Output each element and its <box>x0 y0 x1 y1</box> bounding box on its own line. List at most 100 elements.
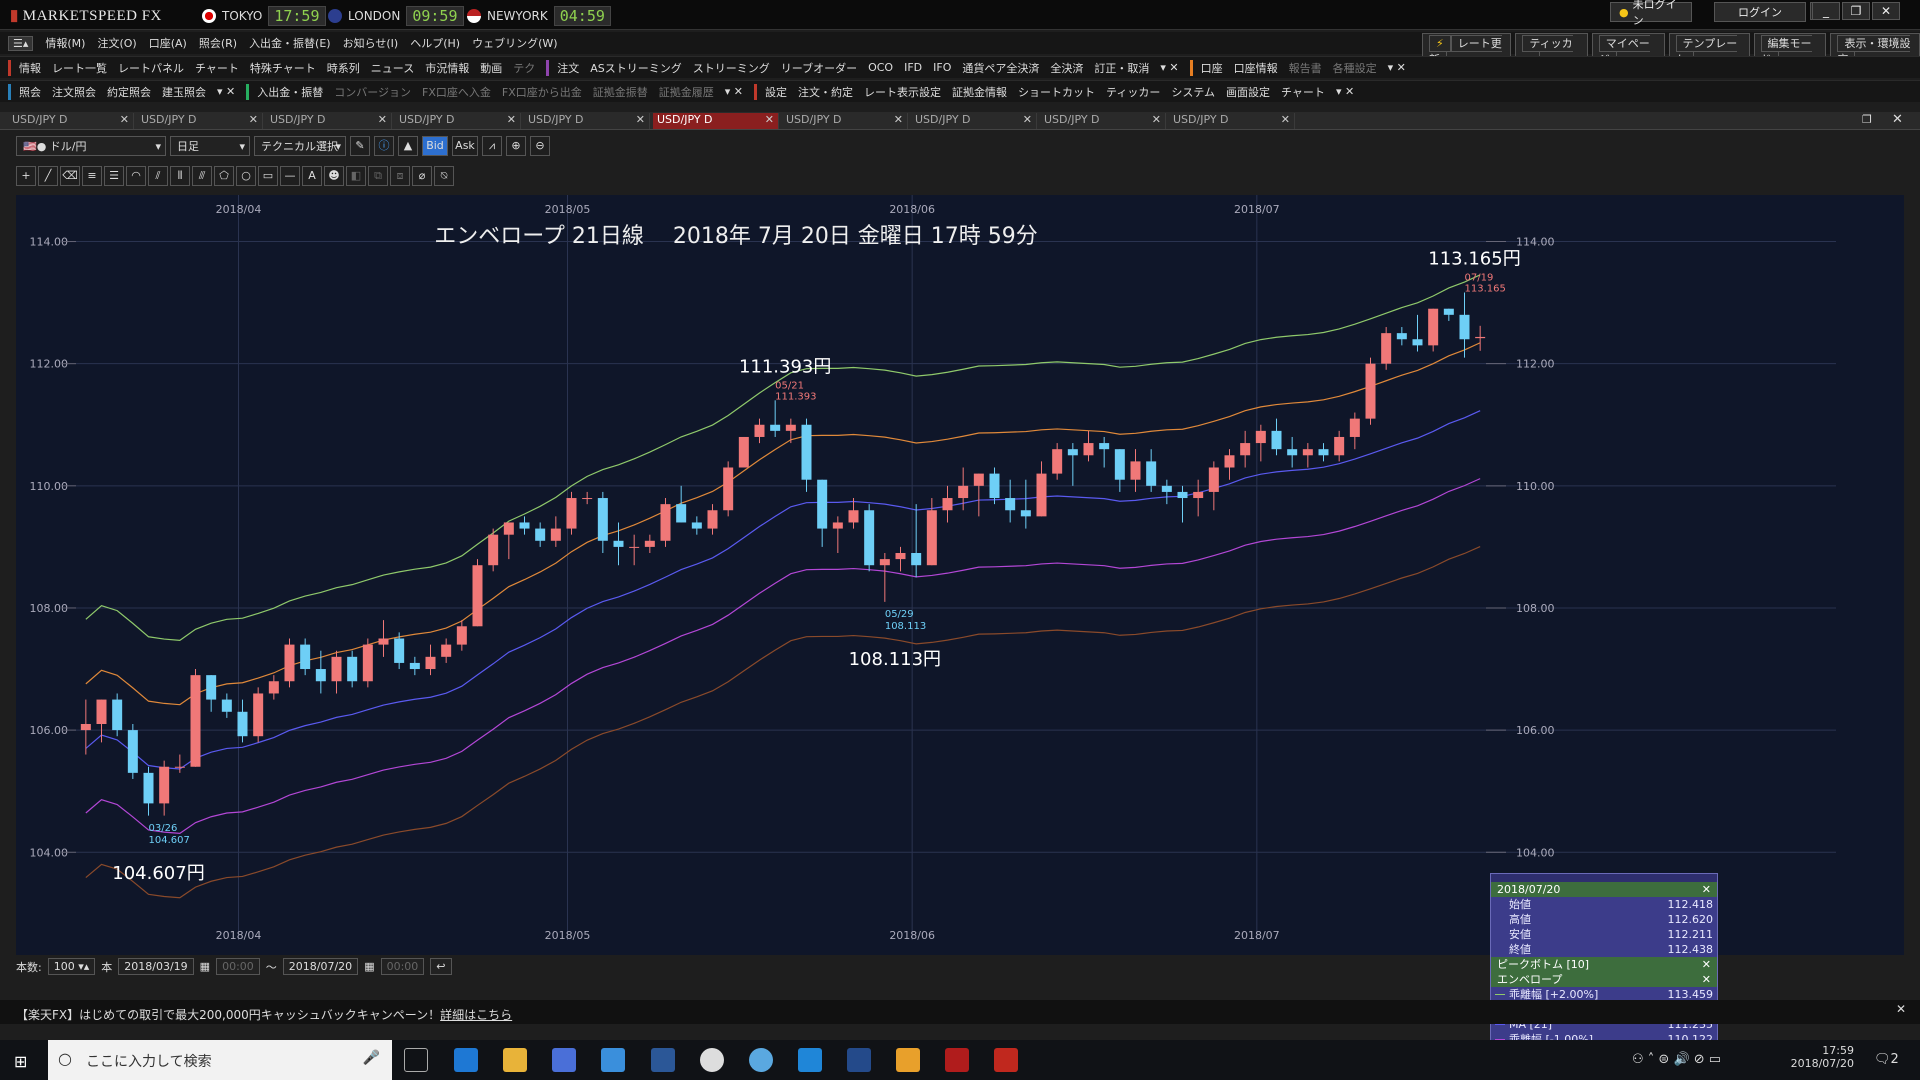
icon-stamp-icon[interactable]: ☻ <box>324 166 344 186</box>
tb2-inquiry[interactable]: 照会 <box>19 84 41 100</box>
menu-help[interactable]: ヘルプ(H) <box>410 35 460 51</box>
marketspeed-fx-icon[interactable] <box>994 1048 1018 1072</box>
chart-area[interactable]: 104.00 104.00 106.00 106.00 108.00 108.00 110.… <box>16 195 1904 1065</box>
tb2-dropdown-2[interactable]: ▾ ✕ <box>725 85 743 98</box>
to-time-input[interactable]: 00:00 <box>380 958 425 975</box>
tb-correct-cancel[interactable]: 訂正・取消 <box>1094 60 1149 76</box>
hlines2-icon[interactable]: ☰ <box>104 166 124 186</box>
tb-info[interactable]: 情報 <box>19 60 41 76</box>
menu-account[interactable]: 口座(A) <box>149 35 187 51</box>
tab-usdjpy-1[interactable]: USD/JPY D ✕ <box>137 113 263 129</box>
ask-button[interactable]: Ask <box>452 136 478 156</box>
erase-all-icon[interactable]: ⍉ <box>434 166 454 186</box>
rectangle-icon[interactable]: ▭ <box>258 166 278 186</box>
campaign-close-icon[interactable]: ✕ <box>1896 1002 1906 1016</box>
fan-icon[interactable]: ⫽ <box>148 166 168 186</box>
tab-usdjpy-9[interactable]: USD/JPY D ✕ <box>1169 113 1295 129</box>
tb-settings[interactable]: 各種設定 <box>1333 60 1377 76</box>
tb-streaming[interactable]: ストリーミング <box>693 60 770 76</box>
zoom-in-icon[interactable]: ⊕ <box>506 136 526 156</box>
taskbar-search-input[interactable]: ○ ここに入力して検索 🎤 <box>48 1040 392 1080</box>
tab-close-icon[interactable]: ✕ <box>894 113 903 126</box>
tb-all-settle[interactable]: 全決済 <box>1050 60 1083 76</box>
edge-icon[interactable] <box>798 1048 822 1072</box>
tab-usdjpy-2[interactable]: USD/JPY D ✕ <box>266 113 392 129</box>
menu-notice[interactable]: お知らせ(I) <box>343 35 399 51</box>
tb2-dropdown-3[interactable]: ▾ ✕ <box>1336 85 1354 98</box>
tab-usdjpy-5[interactable]: USD/JPY D ✕ <box>653 113 779 129</box>
to-date-input[interactable]: 2018/07/20 <box>282 958 359 975</box>
zoom-out-icon[interactable]: ⊖ <box>530 136 550 156</box>
panel-close-icon[interactable]: ✕ <box>1702 882 1711 897</box>
tb2-margin-info[interactable]: 証拠金情報 <box>952 84 1007 100</box>
tb2-order-exec[interactable]: 注文・約定 <box>798 84 853 100</box>
hamburger-icon[interactable]: ☰▴ <box>8 35 34 51</box>
tb-timeseries[interactable]: 時系列 <box>327 60 360 76</box>
windows-start-icon[interactable]: ⊞ <box>14 1052 27 1071</box>
tb-report[interactable]: 報告書 <box>1289 60 1322 76</box>
tb2-deposit[interactable]: FX口座へ入金 <box>422 84 491 100</box>
menu-inquiry[interactable]: 照会(R) <box>199 35 237 51</box>
tb2-conversion[interactable]: コンバージョン <box>334 84 411 100</box>
tab-usdjpy-4[interactable]: USD/JPY D ✕ <box>524 113 650 129</box>
pen-icon[interactable]: ✎ <box>350 136 370 156</box>
tb-as-streaming[interactable]: ASストリーミング <box>590 60 682 76</box>
maximize-button[interactable]: ❐ <box>1842 2 1870 20</box>
tb-dropdown-1[interactable]: ▾ ✕ <box>1160 61 1178 74</box>
tb-ifd[interactable]: IFD <box>904 61 922 74</box>
eraser-icon[interactable]: ⌫ <box>60 166 80 186</box>
tb-video[interactable]: 動画 <box>480 60 502 76</box>
channel-icon[interactable]: ⫻ <box>192 166 212 186</box>
taskbar-clock[interactable]: 17:59 2018/07/20 <box>1784 1044 1854 1070</box>
tb-account[interactable]: 口座 <box>1201 60 1223 76</box>
tb2-settings[interactable]: 設定 <box>765 84 787 100</box>
marketspeed-icon[interactable] <box>945 1048 969 1072</box>
minimize-button[interactable]: _ <box>1812 2 1840 20</box>
tb-news[interactable]: ニュース <box>371 60 414 76</box>
microphone-icon[interactable]: 🎤 <box>363 1050 380 1066</box>
tb2-position-inquiry[interactable]: 建玉照会 <box>162 84 206 100</box>
panel-grip[interactable] <box>1491 874 1717 882</box>
notification-icon[interactable]: 🗨2 <box>1874 1052 1899 1067</box>
tab-close-icon[interactable]: ✕ <box>507 113 516 126</box>
vlines-icon[interactable]: ⫴ <box>170 166 190 186</box>
info-icon[interactable]: ⓘ <box>374 136 394 156</box>
tb2-margin-history[interactable]: 証拠金履歴 <box>659 84 714 100</box>
tb-oco[interactable]: OCO <box>868 61 893 74</box>
tb-account-info[interactable]: 口座情報 <box>1234 60 1278 76</box>
app-window-icon[interactable] <box>601 1048 625 1072</box>
tb-market-info[interactable]: 市況情報 <box>425 60 469 76</box>
technical-select[interactable]: テクニカル選択 ▾ <box>254 136 346 156</box>
tb-tech[interactable]: テク <box>513 60 535 76</box>
tb2-shortcut[interactable]: ショートカット <box>1018 84 1095 100</box>
tb2-system[interactable]: システム <box>1171 84 1215 100</box>
browser-icon[interactable] <box>749 1048 773 1072</box>
tab-usdjpy-6[interactable]: USD/JPY D ✕ <box>782 113 908 129</box>
word-icon[interactable] <box>651 1048 675 1072</box>
app-orange-icon[interactable] <box>896 1048 920 1072</box>
count-select[interactable]: 100 ▾▴ <box>47 958 96 975</box>
tb2-exec-inquiry[interactable]: 約定照会 <box>107 84 151 100</box>
tb-dropdown-2[interactable]: ▾ ✕ <box>1388 61 1406 74</box>
reset-range-icon[interactable]: ↩ <box>430 958 452 975</box>
restore-window-icon[interactable]: ❐ <box>1862 113 1872 126</box>
tab-usdjpy-7[interactable]: USD/JPY D ✕ <box>911 113 1037 129</box>
ie-icon[interactable] <box>454 1048 478 1072</box>
file-explorer-icon[interactable] <box>503 1048 527 1072</box>
tb-ifo[interactable]: IFO <box>933 61 951 74</box>
peak-close-icon[interactable]: ✕ <box>1702 957 1711 972</box>
tb2-rate-display[interactable]: レート表示設定 <box>864 84 941 100</box>
tab-close-icon[interactable]: ✕ <box>765 113 774 126</box>
tb2-dropdown-1[interactable]: ▾ ✕ <box>217 85 235 98</box>
crosshair-icon[interactable]: + <box>16 166 36 186</box>
tb2-order-inquiry[interactable]: 注文照会 <box>52 84 96 100</box>
app-feather-icon[interactable] <box>847 1048 871 1072</box>
system-tray-icons[interactable]: ⚇ ˄ ⊜ 🔊 ⊘ ▭ <box>1632 1052 1721 1067</box>
tab-close-icon[interactable]: ✕ <box>1152 113 1161 126</box>
chrome-icon[interactable] <box>700 1048 724 1072</box>
candlestick-chart[interactable]: 104.00 104.00106.00 106.00108.00 108.00110.… <box>16 195 1904 955</box>
data-info-panel[interactable]: 2018/07/20 ✕ 始値 112.418 高値 112.620 安値 112.211 終… <box>1490 873 1718 1065</box>
text-icon[interactable]: A <box>302 166 322 186</box>
envelope-close-icon[interactable]: ✕ <box>1702 972 1711 987</box>
menu-webring[interactable]: ウェブリング(W) <box>472 35 557 51</box>
